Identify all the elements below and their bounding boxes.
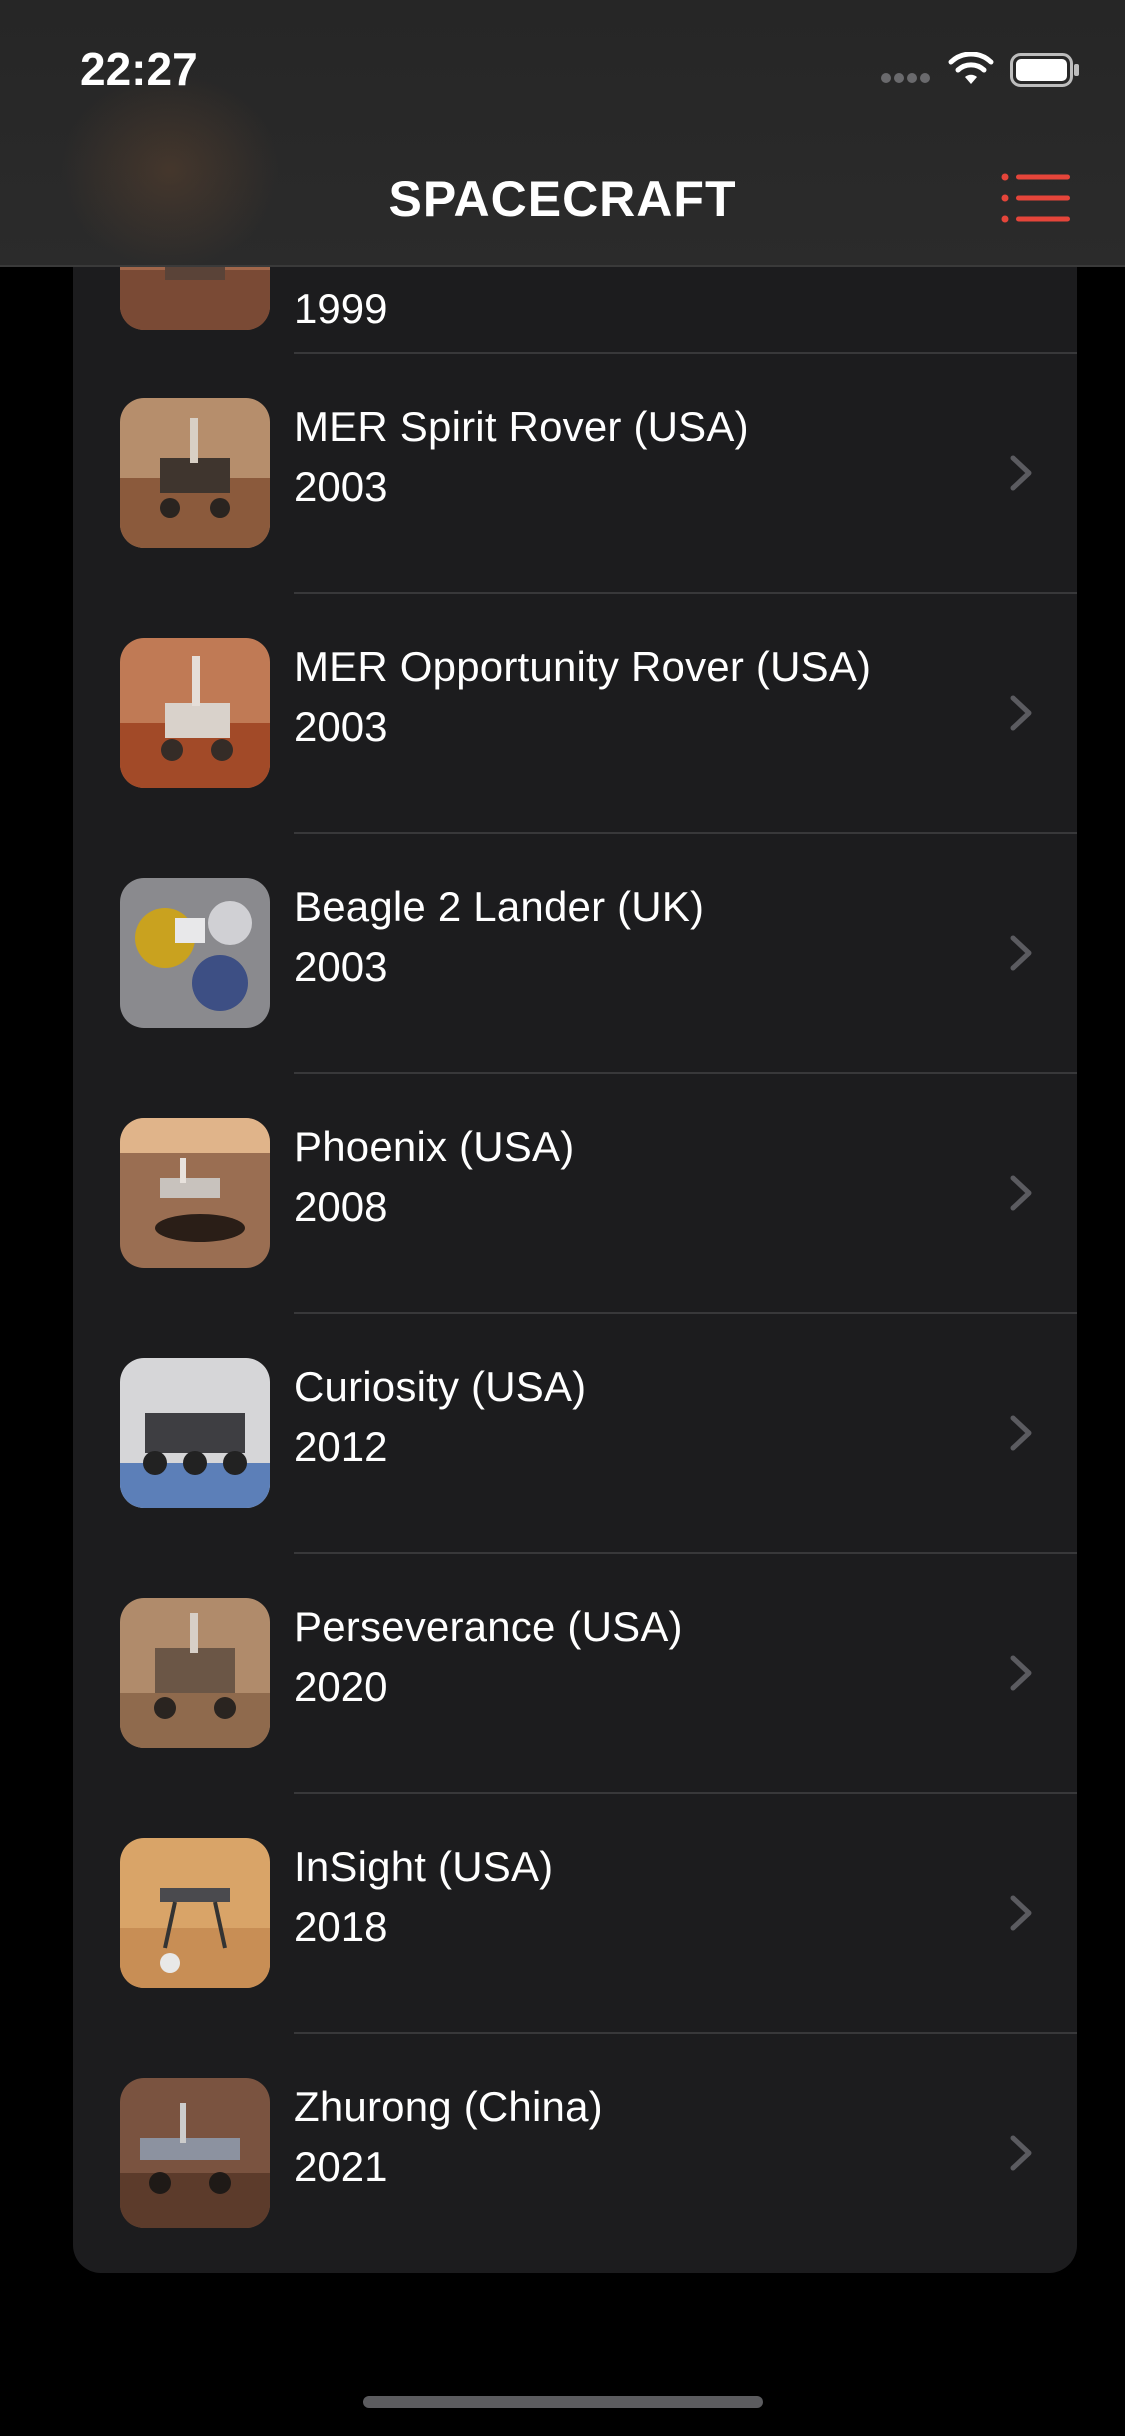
status-time: 22:27 bbox=[80, 43, 198, 95]
chevron-right-icon bbox=[1010, 935, 1032, 971]
spacecraft-year: 2003 bbox=[294, 703, 388, 750]
chevron-right-icon bbox=[1010, 1655, 1032, 1691]
spacecraft-name: Perseverance (USA) bbox=[294, 1603, 683, 1650]
battery-icon bbox=[1010, 53, 1079, 87]
spacecraft-year: 2003 bbox=[294, 943, 388, 990]
spacecraft-year: 2012 bbox=[294, 1423, 388, 1470]
spacecraft-thumbnail bbox=[120, 1118, 270, 1268]
spacecraft-year: 2018 bbox=[294, 1903, 388, 1950]
list-item[interactable]: InSight (USA) 2018 bbox=[73, 1793, 1077, 2033]
spacecraft-name: InSight (USA) bbox=[294, 1843, 554, 1890]
spacecraft-name: Beagle 2 Lander (UK) bbox=[294, 883, 705, 930]
spacecraft-year: 2003 bbox=[294, 463, 388, 510]
list-item[interactable]: Beagle 2 Lander (UK) 2003 bbox=[73, 833, 1077, 1073]
spacecraft-thumbnail bbox=[120, 2078, 270, 2228]
spacecraft-name: Zhurong (China) bbox=[294, 2083, 603, 2130]
home-indicator[interactable] bbox=[363, 2396, 763, 2408]
spacecraft-thumbnail bbox=[120, 638, 270, 788]
wifi-icon bbox=[948, 52, 994, 84]
cellular-signal-icon bbox=[881, 73, 930, 83]
spacecraft-thumbnail bbox=[120, 1838, 270, 1988]
page-title: SPACECRAFT bbox=[388, 171, 737, 227]
chevron-right-icon bbox=[1010, 1895, 1032, 1931]
list-item[interactable]: MER Opportunity Rover (USA) 2003 bbox=[73, 593, 1077, 833]
spacecraft-name: Phoenix (USA) bbox=[294, 1123, 575, 1170]
spacecraft-thumbnail bbox=[120, 1358, 270, 1508]
spacecraft-year: 2020 bbox=[294, 1663, 388, 1710]
spacecraft-name: Curiosity (USA) bbox=[294, 1363, 587, 1410]
list-item[interactable]: Curiosity (USA) 2012 bbox=[73, 1313, 1077, 1553]
spacecraft-name: MER Spirit Rover (USA) bbox=[294, 403, 749, 450]
chevron-right-icon bbox=[1010, 695, 1032, 731]
chevron-right-icon bbox=[1010, 1415, 1032, 1451]
spacecraft-name: MER Opportunity Rover (USA) bbox=[294, 643, 872, 690]
list-icon[interactable] bbox=[1000, 172, 1072, 224]
chevron-right-icon bbox=[1010, 2135, 1032, 2171]
list-item[interactable]: Phoenix (USA) 2008 bbox=[73, 1073, 1077, 1313]
spacecraft-thumbnail bbox=[120, 398, 270, 548]
spacecraft-list: 1999 MER Spirit Rover (USA) 2003 MER Opp… bbox=[73, 225, 1077, 2273]
navigation-bar: 22:27 SPACECRAFT bbox=[0, 0, 1125, 270]
spacecraft-year: 2008 bbox=[294, 1183, 388, 1230]
chevron-right-icon bbox=[1010, 1175, 1032, 1211]
list-item[interactable]: Zhurong (China) 2021 bbox=[73, 2033, 1077, 2273]
spacecraft-year: 2021 bbox=[294, 2143, 388, 2190]
spacecraft-thumbnail bbox=[120, 1598, 270, 1748]
chevron-right-icon bbox=[1010, 455, 1032, 491]
spacecraft-thumbnail bbox=[120, 878, 270, 1028]
list-item[interactable]: MER Spirit Rover (USA) 2003 bbox=[73, 353, 1077, 593]
list-item[interactable]: Perseverance (USA) 2020 bbox=[73, 1553, 1077, 1793]
spacecraft-year: 1999 bbox=[294, 285, 388, 332]
